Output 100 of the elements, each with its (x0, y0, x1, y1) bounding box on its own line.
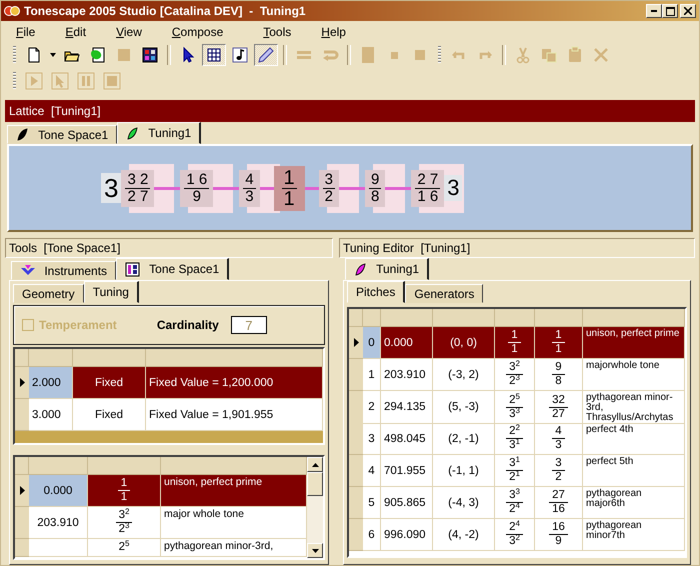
table-cell: (2, -1) (433, 423, 495, 455)
pause-icon (77, 72, 95, 90)
arrow-icon (20, 263, 35, 278)
fraction: 1 1 (535, 327, 583, 359)
close-icon (684, 7, 692, 15)
table-cell: unison, perfect prime (583, 327, 685, 359)
menu-item[interactable]: Help (313, 24, 368, 38)
panel-title: Lattice [Tuning1] (9, 104, 101, 118)
up-arrow-icon (312, 462, 318, 466)
tab[interactable]: Tuning1 (117, 122, 202, 144)
down-arrow-icon (312, 548, 318, 552)
table-cell: 203.910 (381, 359, 433, 391)
document-icon (89, 46, 107, 64)
lattice-label: 3 (444, 175, 462, 201)
close-button[interactable] (680, 4, 696, 18)
table-cell: 6 (363, 519, 381, 551)
lattice-node[interactable]: 9 8 (365, 170, 386, 206)
minimize-icon (651, 10, 657, 12)
table-cell: 996.090 (381, 519, 433, 551)
menu-item[interactable]: Edit (57, 24, 108, 38)
square-icon (115, 46, 133, 64)
tab[interactable]: Tuning1 (345, 258, 430, 280)
delete-icon (592, 46, 610, 64)
lattice-node[interactable]: 1 6 9 (180, 170, 214, 206)
overlapping-circles-icon (4, 5, 20, 17)
table-cell: (4, -2) (433, 519, 495, 551)
pen-icon (257, 46, 275, 64)
table-cell: 701.955 (381, 455, 433, 487)
panel-title: Tools [Tone Space1] (5, 238, 333, 258)
field-label: Cardinality (156, 318, 219, 332)
clipboard-icon (566, 46, 584, 64)
scroll-down-button[interactable] (307, 543, 323, 558)
table-cell: (-4, 3) (433, 487, 495, 519)
table-cell: 0.000 (381, 327, 433, 359)
row-indicator-icon (20, 486, 24, 495)
scroll-up-button[interactable] (307, 457, 323, 472)
minimize-button[interactable] (646, 4, 662, 18)
lattice-node[interactable]: 4 3 (239, 170, 260, 206)
fraction: 3 2 (535, 455, 583, 487)
fraction: 1 1 (495, 327, 535, 359)
table-cell: Fixed (73, 367, 146, 399)
tab[interactable]: Instruments (11, 261, 116, 280)
window-title: Tonescape 2005 Studio [Catalina DEV] - Tuning1 (24, 4, 306, 18)
fraction: 9 8 (535, 359, 583, 391)
palette-grid-icon (141, 46, 159, 64)
table-cell: perfect 4th (583, 423, 685, 455)
table-cell: perfect 5th (583, 455, 685, 487)
connector-line (339, 186, 365, 190)
row-header[interactable] (15, 475, 29, 507)
maximize-button[interactable] (662, 4, 678, 18)
toolbar-button[interactable] (202, 44, 226, 66)
scissors-icon (514, 46, 532, 64)
table-cell (29, 539, 88, 557)
leaf-icon (354, 262, 367, 276)
grid-icon (205, 46, 223, 64)
fraction: 2$^{5}$ (88, 539, 161, 557)
toolbar-button[interactable] (254, 44, 278, 66)
lattice-node[interactable]: 3 2 (318, 170, 339, 206)
maximize-icon (666, 6, 674, 16)
table-cell: 0 (363, 327, 381, 359)
lattice-node[interactable]: 3 2 2 7 (121, 170, 154, 206)
table-cell: pythagorean minor7th (583, 519, 685, 551)
tab[interactable]: Tone Space1 (7, 125, 118, 144)
table-cell: 294.135 (381, 391, 433, 424)
lattice-node[interactable]: 2 7 1 6 (411, 170, 444, 206)
table-cell: 203.910 (29, 507, 88, 539)
scroll-thumb[interactable] (307, 472, 323, 496)
table-cell: 905.865 (381, 487, 433, 519)
scrollbar[interactable] (307, 457, 323, 558)
checkbox-label: Temperament (39, 318, 117, 332)
table-cell: 498.045 (381, 423, 433, 455)
table-cell: 4 (363, 455, 381, 487)
panel-title: Tuning Editor [Tuning1] (339, 238, 695, 258)
tab[interactable]: Tone Space1 (116, 258, 230, 280)
menu-item[interactable]: View (108, 24, 164, 38)
table-cell: majorwhole tone (583, 359, 685, 391)
table-cell: pythagorean major6th (583, 487, 685, 519)
lattice-node[interactable]: 1 1 (274, 166, 305, 210)
row-header[interactable] (349, 327, 363, 359)
pointer-icon (51, 72, 69, 90)
tab[interactable]: Generators (405, 284, 484, 303)
tab[interactable]: Geometry (13, 284, 84, 303)
table-cell: Fixed Value = 1,200.000 (146, 367, 323, 399)
lattice-label: 3 (101, 173, 122, 203)
tab[interactable]: Pitches (347, 281, 406, 303)
table-cell: (0, 0) (433, 327, 495, 359)
fraction: 27 16 (535, 487, 583, 519)
row-header[interactable] (15, 367, 29, 399)
fraction: 32 27 (535, 391, 583, 424)
table-cell: 5 (363, 487, 381, 519)
menu-item[interactable]: File (8, 24, 58, 38)
table-cell: 0.000 (29, 475, 88, 507)
bar-grid-icon (125, 262, 140, 276)
tab[interactable]: Tuning (84, 281, 139, 303)
table-cell: 2.000 (29, 367, 73, 399)
leaf-icon (126, 126, 140, 140)
table-cell: 2 (363, 391, 381, 424)
menu-item[interactable]: Compose (164, 24, 256, 38)
table-cell: (5, -3) (433, 391, 495, 424)
menu-item[interactable]: Tools (255, 24, 314, 38)
